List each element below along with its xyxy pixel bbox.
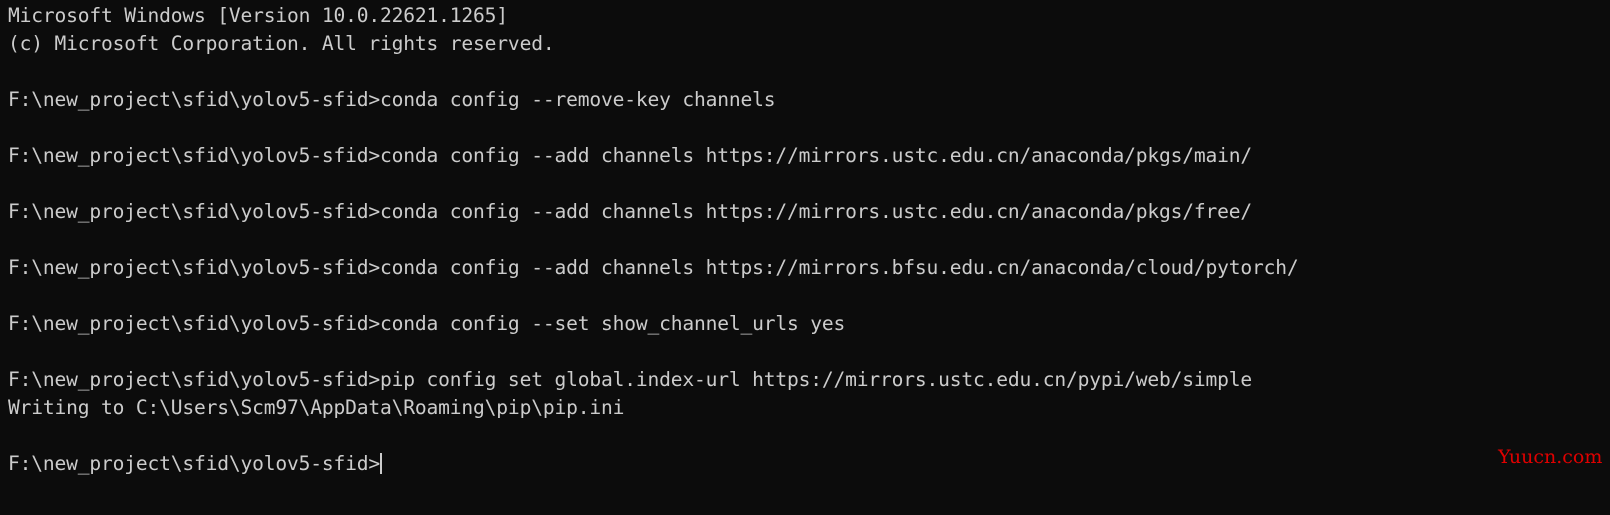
- text-cursor: [380, 453, 383, 474]
- active-prompt-line[interactable]: F:\new_project\sfid\yolov5-sfid>: [8, 450, 1610, 478]
- console-line: F:\new_project\sfid\yolov5-sfid>conda co…: [8, 144, 1253, 167]
- prompt-text: F:\new_project\sfid\yolov5-sfid>: [8, 452, 381, 475]
- console-line: Writing to C:\Users\Scm97\AppData\Roamin…: [8, 396, 625, 419]
- terminal-window[interactable]: Microsoft Windows [Version 10.0.22621.12…: [0, 0, 1610, 515]
- watermark-label: Yuucn.com: [1498, 446, 1603, 468]
- console-output: Microsoft Windows [Version 10.0.22621.12…: [8, 2, 1610, 478]
- console-line: F:\new_project\sfid\yolov5-sfid>pip conf…: [8, 368, 1253, 391]
- console-line: F:\new_project\sfid\yolov5-sfid>conda co…: [8, 312, 846, 335]
- console-line: Microsoft Windows [Version 10.0.22621.12…: [8, 4, 508, 27]
- console-line: F:\new_project\sfid\yolov5-sfid>conda co…: [8, 256, 1299, 279]
- console-line: F:\new_project\sfid\yolov5-sfid>conda co…: [8, 88, 776, 111]
- console-line: (c) Microsoft Corporation. All rights re…: [8, 32, 555, 55]
- console-line: F:\new_project\sfid\yolov5-sfid>conda co…: [8, 200, 1253, 223]
